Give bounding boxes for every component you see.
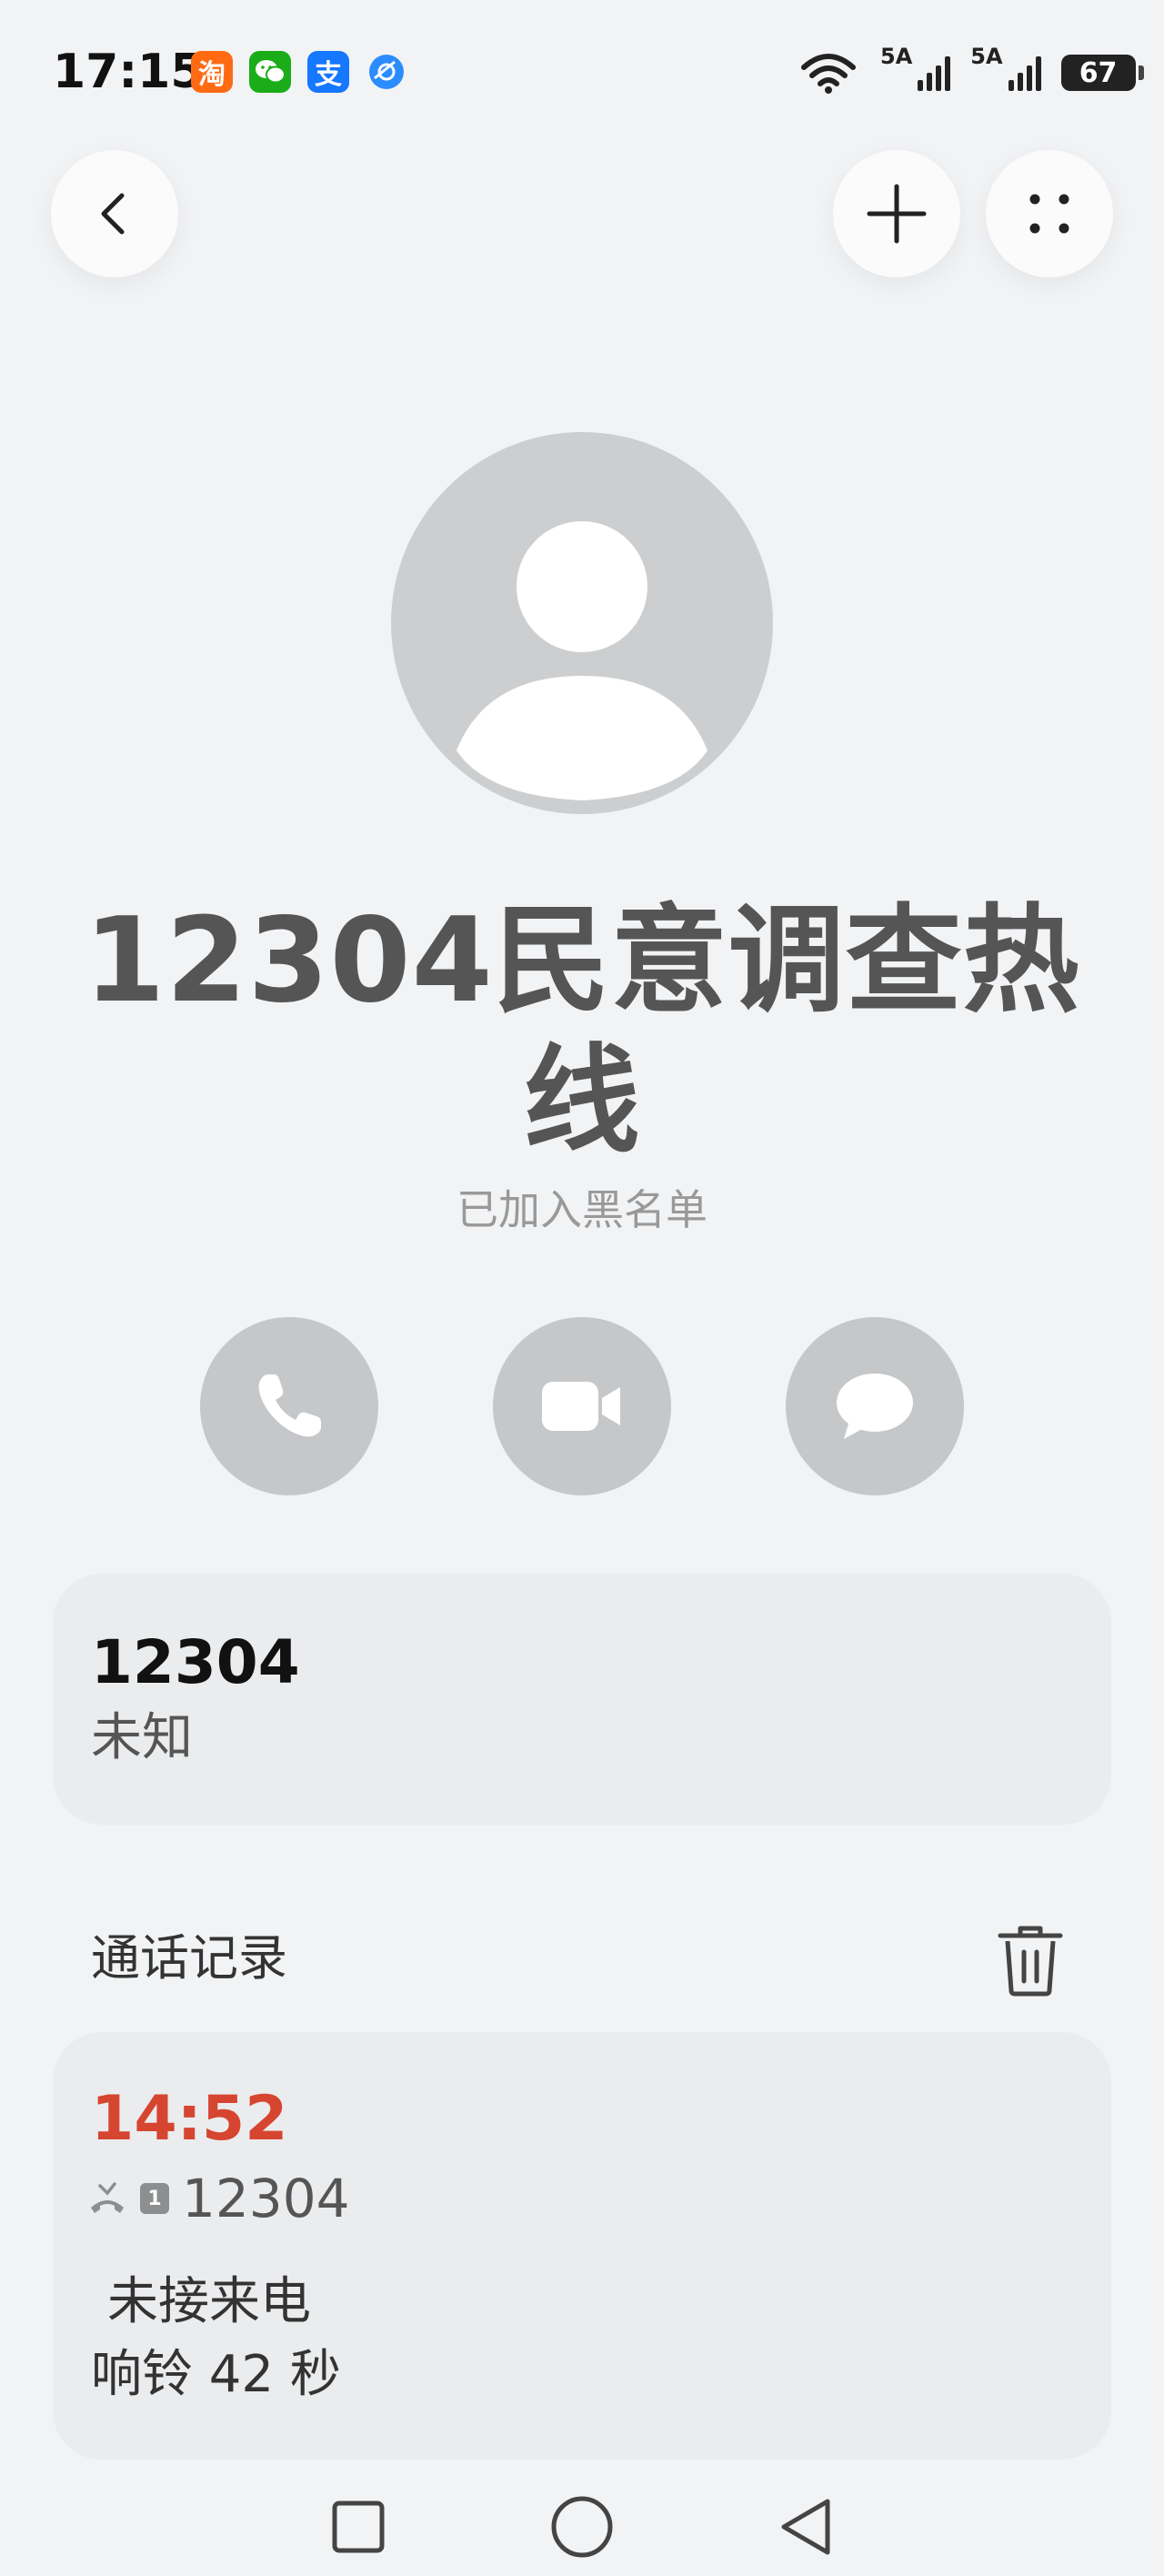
back-nav-button[interactable] xyxy=(777,2496,835,2558)
phone-number: 12304 xyxy=(91,1627,300,1697)
status-time: 17:15 xyxy=(53,45,204,99)
more-dots-icon xyxy=(1029,194,1069,234)
square-icon xyxy=(332,2501,385,2553)
triangle-back-icon xyxy=(781,2499,830,2555)
phone-icon xyxy=(258,1374,321,1437)
wifi-icon xyxy=(801,54,856,94)
call-button[interactable] xyxy=(200,1317,378,1495)
plus-icon xyxy=(867,184,927,244)
battery-tip xyxy=(1138,65,1144,80)
signal-1-label: 5A xyxy=(880,44,913,69)
ring-duration: 响铃 42 秒 xyxy=(91,2345,341,2404)
more-button[interactable] xyxy=(986,150,1113,277)
delete-log-button[interactable] xyxy=(997,1921,1064,1997)
sim-1-icon: 1 xyxy=(140,2183,169,2214)
trash-icon xyxy=(998,1926,1063,1997)
avatar xyxy=(391,432,773,814)
blacklist-status: 已加入黑名单 xyxy=(457,1185,707,1234)
video-call-button[interactable] xyxy=(493,1317,671,1495)
number-location: 未知 xyxy=(91,1708,193,1767)
back-arrow-icon xyxy=(101,193,125,235)
contact-name: 12304民意调查热线 xyxy=(84,893,1080,1169)
taobao-icon: 淘 xyxy=(191,51,233,93)
status-right: 5A 5A 67 xyxy=(800,44,1144,102)
signal-1-icon xyxy=(918,55,951,91)
wechat-icon xyxy=(249,51,291,93)
alipay-icon: 支 xyxy=(307,51,349,93)
call-log-title: 通话记录 xyxy=(91,1929,287,1987)
person-icon xyxy=(457,521,707,800)
signal-2-icon xyxy=(1008,55,1041,91)
recents-nav-button[interactable] xyxy=(331,2500,386,2554)
call-number: 12304 xyxy=(182,2168,350,2229)
call-time: 14:52 xyxy=(91,2083,288,2155)
add-contact-button[interactable] xyxy=(833,150,960,277)
message-icon xyxy=(837,1374,913,1439)
signal-2-label: 5A xyxy=(970,44,1003,69)
home-nav-button[interactable] xyxy=(549,2494,615,2560)
missed-call-icon xyxy=(91,2182,124,2213)
browser-icon xyxy=(366,51,407,93)
call-number-row: 1 12304 xyxy=(87,2167,350,2230)
call-type: 未接来电 xyxy=(107,2272,311,2331)
back-button[interactable] xyxy=(51,150,178,277)
battery-level: 67 xyxy=(1079,56,1118,89)
battery-icon: 67 xyxy=(1060,55,1136,91)
video-icon xyxy=(542,1382,620,1431)
circle-icon xyxy=(551,2496,613,2558)
number-card[interactable] xyxy=(53,1574,1111,1825)
message-button[interactable] xyxy=(786,1317,964,1495)
